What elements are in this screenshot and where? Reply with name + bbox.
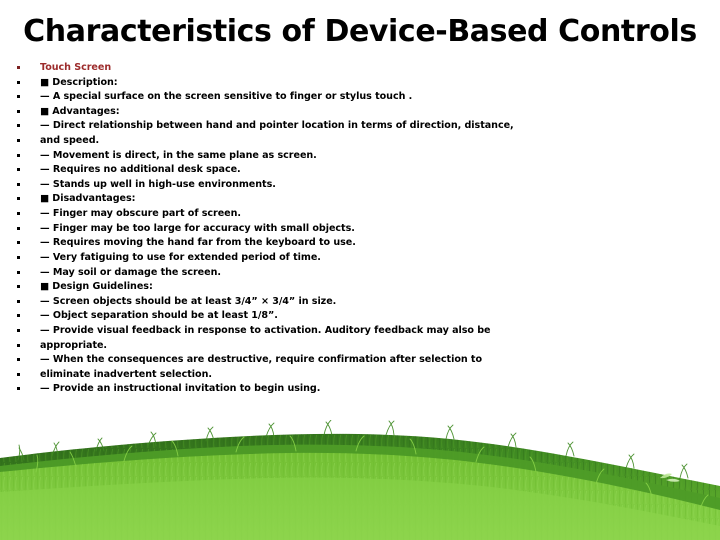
bullet-row: ■ Description: bbox=[14, 76, 704, 91]
bullet-text: ■ Advantages: bbox=[40, 105, 120, 117]
bullet-text: ■ Disadvantages: bbox=[40, 193, 136, 205]
bullet-row: — Finger may be too large for accuracy w… bbox=[14, 222, 704, 237]
bullet-text: — Very fatiguing to use for extended per… bbox=[40, 251, 321, 263]
bullet-row: ■ Advantages: bbox=[14, 105, 704, 120]
bullet-list: Touch Screen ■ Description: — A special su… bbox=[14, 61, 704, 397]
bullet-row: — Object separation should be at least 1… bbox=[14, 309, 704, 324]
bullet-text: — Requires moving the hand far from the … bbox=[40, 237, 356, 249]
bullet-marker-icon bbox=[14, 178, 40, 193]
bullet-marker-icon bbox=[14, 105, 40, 120]
bullet-text: appropriate. bbox=[40, 339, 108, 351]
bullet-row: ■ Disadvantages: bbox=[14, 192, 704, 207]
bullet-marker-icon bbox=[14, 309, 40, 324]
bullet-marker-icon bbox=[14, 222, 40, 237]
bullet-text: — Finger may obscure part of screen. bbox=[40, 208, 242, 220]
bullet-marker-icon bbox=[14, 119, 40, 134]
bullet-row: and speed. bbox=[14, 134, 704, 149]
bullet-row: appropriate. bbox=[14, 339, 704, 354]
bullet-text: — Movement is direct, in the same plane … bbox=[40, 149, 317, 161]
bullet-row: — Screen objects should be at least 3/4”… bbox=[14, 295, 704, 310]
bullet-row: — Movement is direct, in the same plane … bbox=[14, 149, 704, 164]
bullet-marker-icon bbox=[14, 266, 40, 281]
bullet-marker-icon bbox=[14, 134, 40, 149]
bullet-text: — A special surface on the screen sensit… bbox=[40, 91, 413, 103]
bullet-row: — Stands up well in high-use environment… bbox=[14, 178, 704, 193]
bullet-row: — When the consequences are destructive,… bbox=[14, 353, 704, 368]
bullet-marker-icon bbox=[14, 280, 40, 295]
bullet-marker-icon bbox=[14, 90, 40, 105]
bullet-row: eliminate inadvertent selection. bbox=[14, 368, 704, 383]
bullet-row: — Provide an instructional invitation to… bbox=[14, 382, 704, 397]
bullet-text: ■ Description: bbox=[40, 76, 118, 88]
bullet-text: — Requires no additional desk space. bbox=[40, 164, 241, 176]
bullet-text: — May soil or damage the screen. bbox=[40, 266, 221, 278]
bullet-marker-icon bbox=[14, 192, 40, 207]
bullet-row: — Requires moving the hand far from the … bbox=[14, 236, 704, 251]
bullet-text: — Provide visual feedback in response to… bbox=[40, 324, 491, 336]
bullet-marker-icon bbox=[14, 295, 40, 310]
bullet-row: — Requires no additional desk space. bbox=[14, 163, 704, 178]
bullet-row: — Very fatiguing to use for extended per… bbox=[14, 251, 704, 266]
bullet-marker-icon bbox=[14, 207, 40, 222]
bullet-marker-icon bbox=[14, 61, 40, 76]
bullet-marker-icon bbox=[14, 382, 40, 397]
grass-field-image bbox=[0, 420, 720, 540]
bullet-text: Touch Screen bbox=[40, 62, 112, 73]
bullet-row: — Finger may obscure part of screen. bbox=[14, 207, 704, 222]
page-title: Characteristics of Device-Based Controls bbox=[23, 14, 697, 49]
bullet-row: — Provide visual feedback in response to… bbox=[14, 324, 704, 339]
bullet-row: — A special surface on the screen sensit… bbox=[14, 90, 704, 105]
bullet-marker-icon bbox=[14, 324, 40, 339]
bullet-marker-icon bbox=[14, 76, 40, 91]
bullet-text: — Provide an instructional invitation to… bbox=[40, 383, 321, 395]
bullet-text: — When the consequences are destructive,… bbox=[40, 354, 483, 366]
bullet-text: and speed. bbox=[40, 135, 100, 147]
bullet-text: eliminate inadvertent selection. bbox=[40, 368, 212, 380]
bullet-text: — Direct relationship between hand and p… bbox=[40, 120, 514, 132]
bullet-text: — Stands up well in high-use environment… bbox=[40, 178, 276, 190]
bullet-text: ■ Design Guidelines: bbox=[40, 281, 153, 293]
slide-canvas: Characteristics of Device-Based Controls… bbox=[0, 0, 720, 540]
bullet-text: — Object separation should be at least 1… bbox=[40, 310, 278, 322]
bullet-marker-icon bbox=[14, 353, 40, 368]
grass-illustration bbox=[0, 420, 720, 540]
bullet-row: — May soil or damage the screen. bbox=[14, 266, 704, 281]
bullet-text: — Finger may be too large for accuracy w… bbox=[40, 222, 355, 234]
bullet-marker-icon bbox=[14, 149, 40, 164]
bullet-marker-icon bbox=[14, 339, 40, 354]
bullet-row: ■ Design Guidelines: bbox=[14, 280, 704, 295]
bullet-row: — Direct relationship between hand and p… bbox=[14, 119, 704, 134]
bullet-row: Touch Screen bbox=[14, 61, 704, 76]
bullet-text: — Screen objects should be at least 3/4”… bbox=[40, 295, 337, 307]
bullet-marker-icon bbox=[14, 251, 40, 266]
bullet-marker-icon bbox=[14, 163, 40, 178]
bullet-marker-icon bbox=[14, 236, 40, 251]
bullet-marker-icon bbox=[14, 368, 40, 383]
